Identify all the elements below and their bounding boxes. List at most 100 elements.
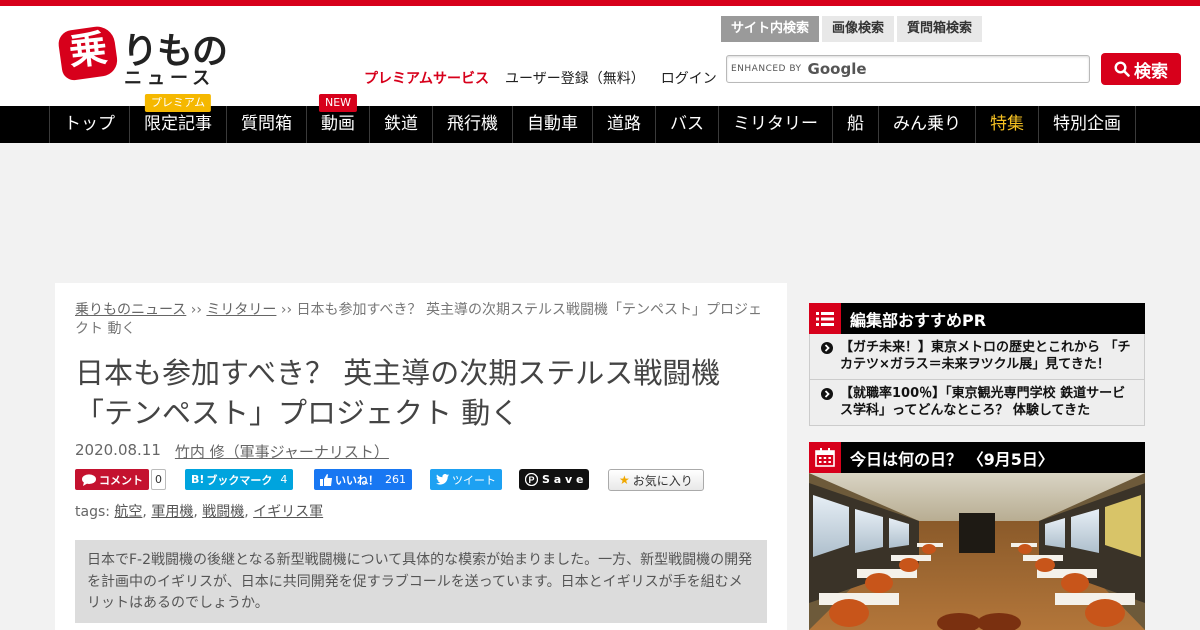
editor-pr-box: 編集部おすすめPR 【ガチ未来！】東京メトロの歴史とこれから 「チカテツ×ガラス… (809, 303, 1145, 426)
register-link[interactable]: ユーザー登録（無料） (505, 68, 645, 88)
search-tabs: サイト内検索 画像検索 質問箱検索 (721, 16, 983, 42)
comment-count: 0 (151, 469, 166, 490)
share-bar: コメント 0 B! ブックマーク 4 いいね！ 261 ツイート P S a v… (75, 469, 775, 491)
nav-special-project[interactable]: 特別企画 (1039, 106, 1136, 143)
twitter-bird-icon (436, 474, 449, 485)
today-title: 今日は何の日？ 〈9月5日〉 (850, 449, 1054, 469)
nav-road[interactable]: 道路 (593, 106, 656, 143)
nav-label: 質問箱 (241, 114, 292, 134)
nav-label: 限定記事 (144, 114, 212, 134)
nav-label: ミリタリー (733, 114, 818, 134)
enhanced-by-label: ENHANCED BY (731, 64, 802, 74)
nav-label: バス (670, 114, 704, 134)
article-panel: 乗りものニュース ›› ミリタリー ›› 日本も参加すべき？ 英主導の次期ステル… (55, 283, 787, 630)
nav-label: 鉄道 (384, 114, 418, 134)
nav-railway[interactable]: 鉄道 (370, 106, 433, 143)
tweet-label: ツイート (452, 473, 496, 487)
nav-label: 船 (847, 114, 864, 134)
save-label: S a v e (542, 473, 584, 486)
hatena-b-icon: B! (191, 473, 205, 486)
search-button[interactable]: 検索 (1101, 53, 1181, 85)
pr-list: 【ガチ未来！】東京メトロの歴史とこれから 「チカテツ×ガラス＝未来ヲツクル展」見… (809, 334, 1145, 426)
header-links: プレミアムサービス ユーザー登録（無料） ログイン (364, 68, 717, 88)
nav-questions[interactable]: 質問箱 (227, 106, 307, 143)
svg-text:P: P (528, 475, 534, 485)
site-logo[interactable]: 乗 りもの ニュース (56, 24, 228, 89)
nav-aircraft[interactable]: 飛行機 (433, 106, 513, 143)
dining-car-photo[interactable] (809, 473, 1145, 630)
search-input[interactable]: ENHANCED BY Google (726, 55, 1090, 83)
nav-video[interactable]: NEW 動画 (307, 94, 370, 143)
comment-button[interactable]: コメント (75, 469, 149, 490)
tags-label: tags: (75, 504, 110, 520)
nav-minnori[interactable]: みん乗り (879, 106, 976, 143)
main-nav: トップ プレミアム 限定記事 質問箱 NEW 動画 鉄道 飛行機 自動車 道路 バス… (0, 94, 1200, 143)
site-header: 乗 りもの ニュース プレミアムサービス ユーザー登録（無料） ログイン サイト… (0, 6, 1200, 106)
article-title: 日本も参加すべき？ 英主導の次期ステルス戦闘機「テンペスト」プロジェクト 動く (75, 356, 721, 430)
favorite-label: お気に入り (632, 473, 693, 488)
nav-label: 特別企画 (1053, 114, 1121, 134)
tab-question-search[interactable]: 質問箱検索 (897, 16, 983, 42)
star-icon: ★ (619, 473, 630, 487)
breadcrumb-sep: ›› (276, 302, 297, 318)
nav-limited[interactable]: プレミアム 限定記事 (130, 94, 227, 143)
nav-military[interactable]: ミリタリー (719, 106, 833, 143)
chevron-right-icon (821, 342, 833, 354)
today-box: 今日は何の日？ 〈9月5日〉 (809, 442, 1145, 630)
article-tags: tags: 航空, 軍用機, 戦闘機, イギリス軍 (75, 504, 324, 520)
article-author[interactable]: 竹内 修（軍事ジャーナリスト） (175, 441, 389, 462)
nav-label: 道路 (607, 114, 641, 134)
breadcrumb: 乗りものニュース ›› ミリタリー ›› 日本も参加すべき？ 英主導の次期ステル… (75, 301, 775, 339)
nav-top[interactable]: トップ (50, 106, 130, 143)
facebook-like-button[interactable]: いいね！ 261 (314, 469, 412, 490)
logo-subtext: ニュース (124, 68, 216, 89)
editor-pr-title: 編集部おすすめPR (850, 310, 987, 330)
tag-link[interactable]: イギリス軍 (253, 504, 323, 520)
calendar-icon (809, 442, 841, 473)
login-link[interactable]: ログイン (661, 68, 717, 88)
list-item[interactable]: 【ガチ未来！】東京メトロの歴史とこれから 「チカテツ×ガラス＝未来ヲツクル展」見… (810, 334, 1144, 380)
tag-link[interactable]: 軍用機 (151, 504, 193, 520)
like-count: 261 (385, 473, 406, 486)
bookmark-label: ブックマーク (206, 473, 273, 487)
chevron-right-icon (821, 388, 833, 400)
list-icon (809, 303, 841, 334)
nav-feature[interactable]: 特集 (976, 106, 1039, 143)
bookmark-count: 4 (280, 473, 288, 486)
breadcrumb-home[interactable]: 乗りものニュース (75, 302, 186, 318)
nav-label: 飛行機 (447, 114, 498, 134)
logo-mark-text: 乗 (66, 26, 110, 74)
pr-item-text: 【就職率100％】「東京観光専門学校 鉄道サービス学科」ってどんなところ？ 体験… (840, 386, 1126, 418)
new-badge: NEW (318, 94, 358, 112)
like-label: いいね！ (335, 473, 379, 487)
tag-link[interactable]: 戦闘機 (202, 504, 244, 520)
search-button-label: 検索 (1134, 61, 1168, 82)
comment-label: コメント (99, 473, 143, 487)
nav-label: 特集 (990, 114, 1024, 134)
favorite-button[interactable]: ★ お気に入り (608, 469, 704, 491)
nav-bus[interactable]: バス (656, 106, 719, 143)
article-summary: 日本でF-2戦闘機の後継となる新型戦闘機について具体的な模索が始まりました。一方… (75, 540, 767, 623)
speech-bubble-icon (82, 473, 96, 486)
editor-pr-header: 編集部おすすめPR (809, 303, 1145, 334)
nav-label: トップ (64, 114, 115, 134)
tab-image-search[interactable]: 画像検索 (822, 16, 895, 42)
premium-service-link[interactable]: プレミアムサービス (364, 68, 489, 88)
tag-link[interactable]: 航空 (114, 504, 142, 520)
article-date: 2020.08.11 (75, 441, 161, 459)
nav-label: 動画 (321, 114, 355, 134)
nav-label: 自動車 (527, 114, 578, 134)
breadcrumb-category[interactable]: ミリタリー (206, 302, 276, 318)
breadcrumb-sep: ›› (186, 302, 207, 318)
pinterest-save-button[interactable]: P S a v e (519, 469, 590, 490)
nav-car[interactable]: 自動車 (513, 106, 593, 143)
list-item[interactable]: 【就職率100％】「東京観光専門学校 鉄道サービス学科」ってどんなところ？ 体験… (810, 380, 1144, 425)
google-label: Google (807, 60, 867, 78)
pinterest-icon: P (525, 473, 538, 486)
hatena-bookmark-button[interactable]: B! ブックマーク 4 (185, 469, 294, 490)
article-meta: 2020.08.11 竹内 修（軍事ジャーナリスト） (75, 441, 389, 462)
search-icon (1114, 61, 1130, 77)
tab-site-search[interactable]: サイト内検索 (721, 16, 820, 42)
tweet-button[interactable]: ツイート (430, 469, 502, 490)
nav-ship[interactable]: 船 (833, 106, 879, 143)
